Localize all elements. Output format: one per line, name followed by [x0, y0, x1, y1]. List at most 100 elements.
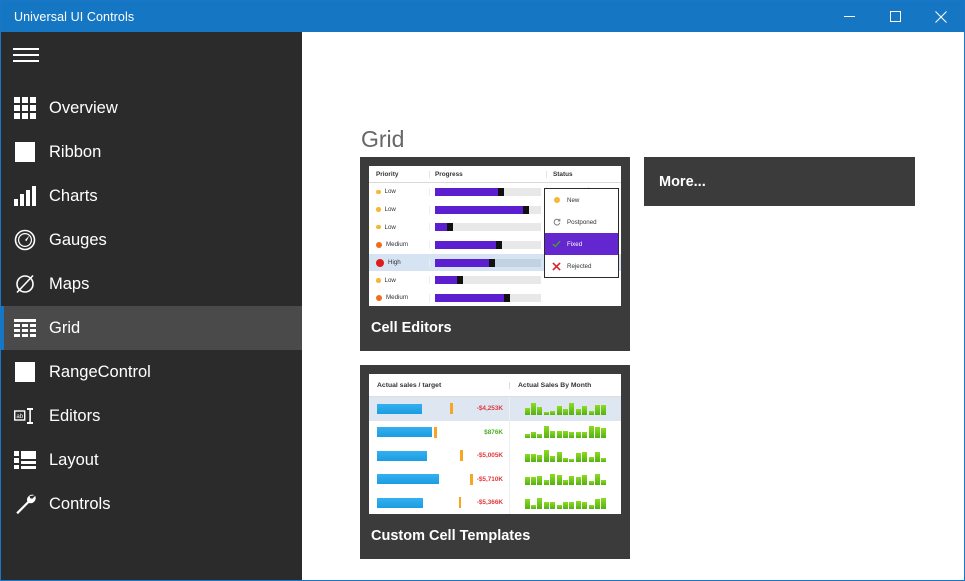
progress-bar — [435, 205, 541, 214]
tile-container: Priority Progress Status Low Low Low Med… — [360, 157, 915, 573]
minimize-icon — [843, 16, 855, 17]
cell-sparkline — [509, 397, 621, 421]
sidebar-item-label: Controls — [49, 494, 111, 513]
spark-bar — [543, 411, 549, 415]
sidebar-item-layout[interactable]: Layout — [1, 438, 302, 482]
priority-dot-icon — [376, 241, 382, 248]
table-row[interactable]: -$5,366K — [369, 491, 621, 514]
sidebar-item-rangecontrol[interactable]: RangeControl — [1, 350, 302, 394]
progress-thumb[interactable] — [446, 223, 453, 232]
maximize-button[interactable] — [872, 1, 918, 32]
target-marker-icon — [460, 450, 463, 462]
sidebar-item-overview[interactable]: Overview — [1, 86, 302, 130]
sales-amount: -$4,253K — [476, 405, 503, 413]
column-header-progress: Progress — [429, 170, 546, 178]
spark-bar — [588, 480, 594, 485]
spark-bar — [556, 451, 562, 462]
cell-priority: Low — [369, 206, 429, 213]
spark-bar — [531, 402, 537, 415]
progress-thumb[interactable] — [489, 258, 496, 267]
sidebar-item-maps[interactable]: Maps — [1, 262, 302, 306]
priority-label: Low — [384, 276, 396, 284]
cell-priority: Low — [369, 277, 429, 284]
card-custom-cell-templates[interactable]: Actual sales / target Actual Sales By Mo… — [360, 365, 630, 559]
sidebar-item-label: RangeControl — [49, 362, 151, 381]
column-header-status: Status — [546, 170, 621, 178]
priority-label: Medium — [386, 294, 409, 302]
sidebar-item-charts[interactable]: Charts — [1, 174, 302, 218]
progress-thumb[interactable] — [497, 187, 504, 196]
dropdown-option-fixed[interactable]: Fixed — [545, 233, 618, 255]
close-icon — [935, 10, 947, 23]
close-button[interactable] — [918, 1, 964, 32]
progress-thumb[interactable] — [495, 240, 502, 249]
spark-bar — [524, 454, 530, 462]
card-cell-editors[interactable]: Priority Progress Status Low Low Low Med… — [360, 157, 630, 351]
cell-progress — [429, 293, 546, 302]
dropdown-option-label: Fixed — [567, 240, 583, 248]
red-cross-icon — [552, 261, 561, 271]
spark-bar — [582, 431, 588, 438]
spark-bar — [601, 498, 607, 509]
minimize-button[interactable] — [826, 1, 872, 32]
table-row[interactable]: Medium — [369, 289, 621, 306]
priority-dot-icon — [376, 258, 384, 267]
sidebar-nav: Overview Ribbon Charts Gauges Maps Grid Ra… — [1, 77, 302, 526]
column-header-actual-sales-by-month: Actual Sales By Month — [509, 381, 621, 389]
more-tile[interactable]: More... — [644, 157, 915, 206]
cell-priority: Low — [369, 188, 429, 195]
dropdown-option-rejected[interactable]: Rejected — [545, 255, 618, 277]
cell-actual-sales: -$5,005K — [369, 450, 509, 462]
preview-header-row: Priority Progress Status — [369, 166, 621, 183]
sales-bar — [377, 427, 432, 438]
spark-bar — [524, 408, 530, 415]
column-header-actual-sales-target: Actual sales / target — [377, 381, 442, 389]
sidebar-item-editors[interactable]: ab Editors — [1, 394, 302, 438]
spark-bar — [569, 431, 575, 438]
spark-bar — [531, 432, 537, 438]
spark-bar — [575, 409, 581, 415]
dropdown-option-new[interactable]: New — [545, 189, 618, 211]
table-row[interactable]: -$5,005K — [369, 444, 621, 468]
spark-bar — [594, 427, 600, 438]
sales-amount: $876K — [484, 428, 503, 436]
sidebar-item-gauges[interactable]: Gauges — [1, 218, 302, 262]
cell-priority: Low — [369, 224, 429, 231]
tile-row-bottom: Actual sales / target Actual Sales By Mo… — [360, 365, 915, 573]
spark-bar — [556, 505, 562, 509]
spark-bar — [531, 454, 537, 462]
spark-bar — [537, 476, 543, 485]
hamburger-button[interactable] — [1, 32, 302, 77]
spark-bar — [556, 431, 562, 438]
sidebar-item-label: Editors — [49, 406, 101, 425]
wrench-icon — [1, 493, 49, 515]
square-icon — [1, 141, 49, 163]
cell-priority: High — [369, 258, 429, 267]
sales-bar — [377, 497, 423, 508]
svg-text:ab: ab — [16, 414, 23, 420]
sidebar-item-label: Charts — [49, 186, 98, 205]
gauge-icon — [1, 229, 49, 251]
status-dropdown[interactable]: New Postponed Fixed Rejected — [544, 188, 619, 278]
table-row[interactable]: $876K — [369, 420, 621, 444]
progress-thumb[interactable] — [504, 293, 511, 302]
spark-bar — [563, 480, 568, 485]
dropdown-option-postponed[interactable]: Postponed — [545, 211, 618, 233]
cell-actual-sales: $876K — [369, 426, 509, 438]
progress-thumb[interactable] — [523, 205, 530, 214]
app-window: Universal UI Controls Overview Ribbon Ch… — [0, 0, 965, 581]
title-bar: Universal UI Controls — [1, 1, 964, 32]
sidebar-item-grid[interactable]: Grid — [1, 306, 302, 350]
sidebar-item-controls[interactable]: Controls — [1, 482, 302, 526]
spark-bar — [543, 450, 549, 462]
cell-actual-sales: -$5,366K — [369, 497, 509, 509]
progress-thumb[interactable] — [457, 276, 464, 285]
sidebar-item-ribbon[interactable]: Ribbon — [1, 130, 302, 174]
sales-amount: -$5,366K — [476, 499, 503, 507]
table-row[interactable]: -$5,710K — [369, 467, 621, 491]
progress-bar — [435, 240, 541, 249]
spark-bar — [588, 425, 594, 438]
sidebar-item-label: Grid — [49, 318, 81, 337]
target-marker-icon — [470, 473, 473, 485]
table-row[interactable]: -$4,253K — [369, 397, 621, 421]
